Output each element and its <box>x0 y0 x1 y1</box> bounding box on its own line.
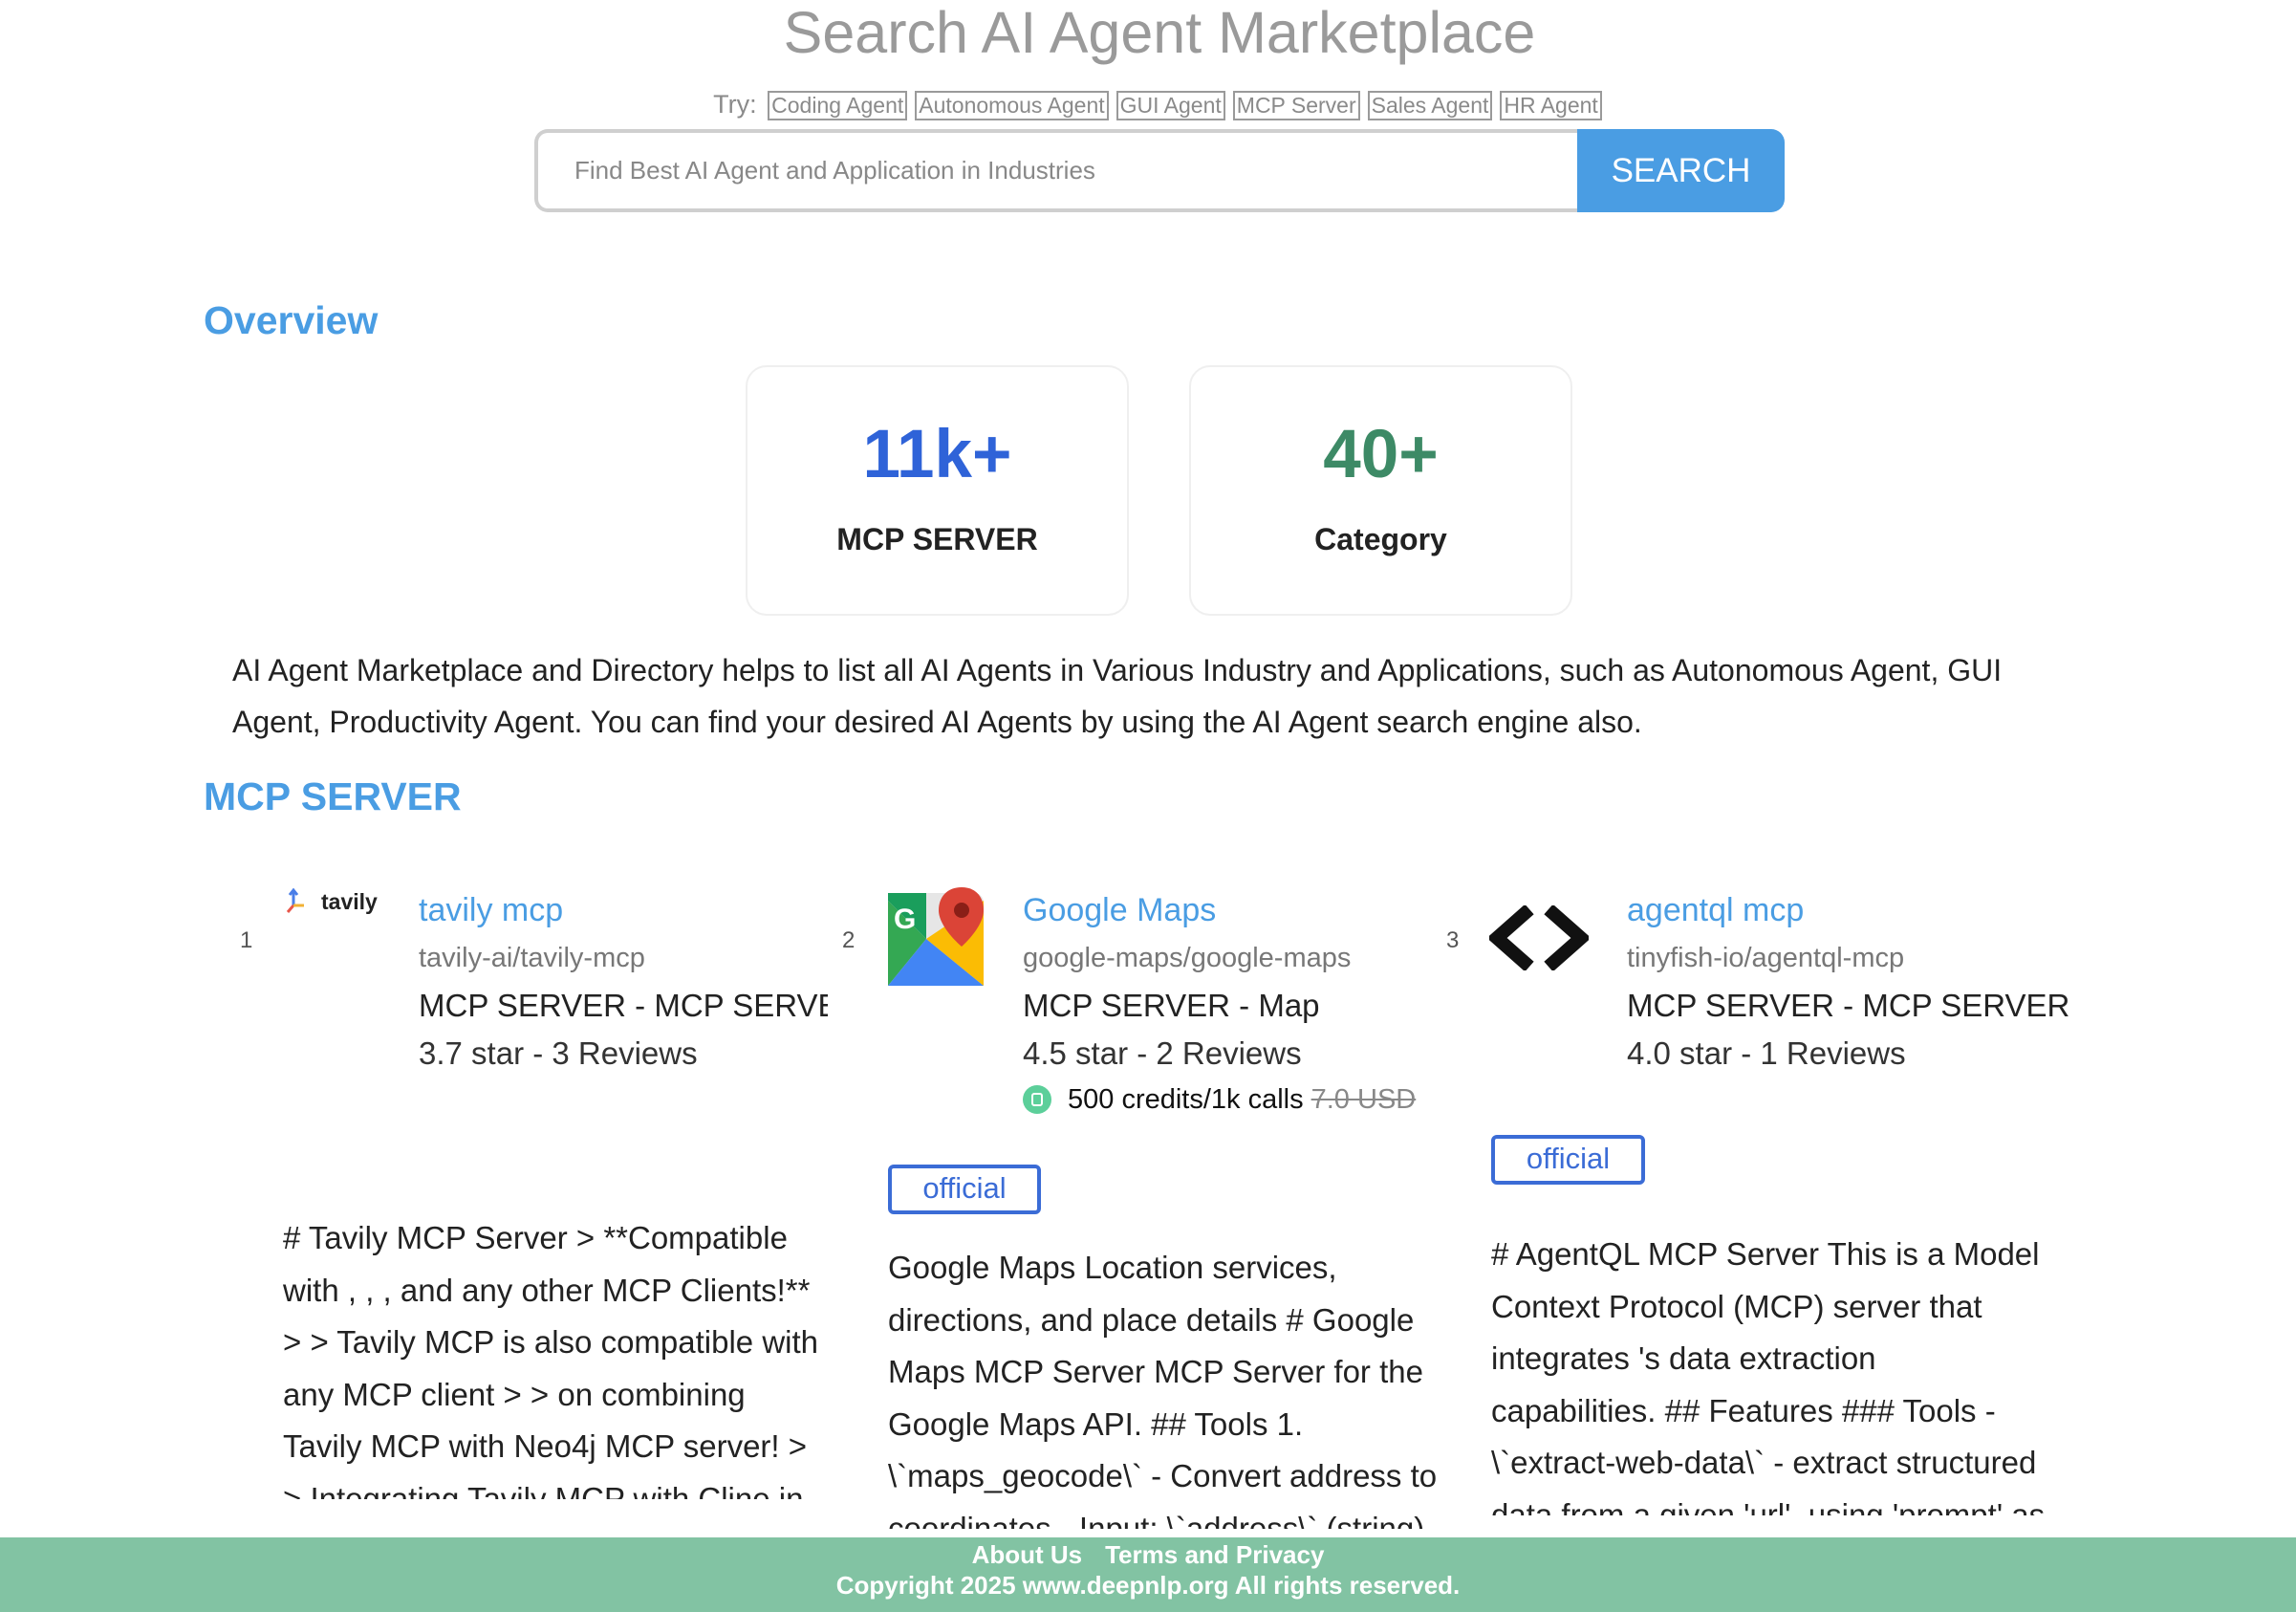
overview-description: AI Agent Marketplace and Directory helps… <box>232 653 2003 739</box>
mcp-server-heading: MCP SERVER <box>204 774 462 818</box>
google-maps-icon[interactable]: G <box>888 887 984 986</box>
stat-card-mcp-server: 11k+ MCP SERVER <box>746 365 1129 616</box>
card-category: MCP SERVER - Map <box>1023 988 1320 1023</box>
card-info: agentql mcp tinyfish-io/agentql-mcp MCP … <box>1627 891 2086 1073</box>
tag-sales-agent[interactable]: Sales Agent <box>1367 91 1493 121</box>
card-description: # Tavily MCP Server > **Compatible with … <box>283 1220 819 1499</box>
card-index: 2 <box>842 927 856 953</box>
card-category: MCP SERVER - MCP SERVER <box>1627 988 2070 1023</box>
card-title[interactable]: agentql mcp <box>1627 891 2086 929</box>
stat-label: MCP SERVER <box>836 522 1038 556</box>
card-index: 1 <box>240 927 253 953</box>
footer: About Us Terms and Privacy Copyright 2025… <box>0 1537 2296 1612</box>
credits-coin-icon <box>1023 1085 1051 1114</box>
card-index: 3 <box>1446 927 1460 953</box>
footer-link-terms[interactable]: Terms and Privacy <box>1105 1540 1324 1569</box>
try-label: Try: <box>713 90 757 119</box>
card-repo: tavily-ai/tavily-mcp <box>419 943 645 973</box>
card-category: MCP SERVER - MCP SERVER <box>419 988 828 1023</box>
stat-value: 11k+ <box>862 417 1012 492</box>
card-pricing: 500 credits/1k calls 7.0 USD <box>1023 1080 1443 1119</box>
stat-card-category: 40+ Category <box>1189 365 1572 616</box>
overview-heading: Overview <box>204 298 379 342</box>
code-brackets-icon[interactable] <box>1486 904 1592 972</box>
card-repo: google-maps/google-maps <box>1023 943 1352 973</box>
search-input[interactable] <box>534 129 1577 212</box>
card-description: # AgentQL MCP Server This is a Model Con… <box>1491 1236 2046 1515</box>
card-rating: 3.7 star - 3 Reviews <box>419 1035 698 1071</box>
card-repo: tinyfish-io/agentql-mcp <box>1627 943 1905 973</box>
tag-mcp-server[interactable]: MCP Server <box>1232 91 1360 121</box>
tag-hr-agent[interactable]: HR Agent <box>1500 91 1602 121</box>
tavily-logo-text: tavily <box>321 889 378 914</box>
footer-link-about[interactable]: About Us <box>972 1540 1083 1569</box>
card-title[interactable]: tavily mcp <box>419 891 828 929</box>
svg-text:G: G <box>894 904 916 935</box>
footer-links: About Us Terms and Privacy <box>0 1537 2296 1570</box>
tag-autonomous-agent[interactable]: Autonomous Agent <box>915 91 1109 121</box>
search-button[interactable]: SEARCH <box>1577 129 1785 212</box>
tag-gui-agent[interactable]: GUI Agent <box>1116 91 1225 121</box>
price-original: 7.0 USD <box>1310 1084 1417 1115</box>
card-info: Google Maps google-maps/google-maps MCP … <box>1023 891 1443 1119</box>
price-credits: 500 credits/1k calls <box>1068 1084 1304 1115</box>
stat-label: Category <box>1314 522 1447 556</box>
official-badge: official <box>888 1165 1041 1214</box>
page-title: Search AI Agent Marketplace <box>783 0 1536 65</box>
stat-value: 40+ <box>1323 417 1439 492</box>
card-rating: 4.0 star - 1 Reviews <box>1627 1035 1906 1071</box>
card-description: Google Maps Location services, direction… <box>888 1250 1438 1529</box>
tag-coding-agent[interactable]: Coding Agent <box>768 91 908 121</box>
tavily-logo-icon[interactable]: tavily <box>285 887 380 920</box>
official-badge: official <box>1491 1135 1645 1185</box>
suggestion-tags: Try: Coding Agent Autonomous Agent GUI Age… <box>0 88 2296 121</box>
footer-copyright: Copyright 2025 www.deepnlp.org All right… <box>835 1571 1461 1600</box>
card-rating: 4.5 star - 2 Reviews <box>1023 1035 1302 1071</box>
card-title[interactable]: Google Maps <box>1023 891 1443 929</box>
card-info: tavily mcp tavily-ai/tavily-mcp MCP SERV… <box>419 891 828 1073</box>
